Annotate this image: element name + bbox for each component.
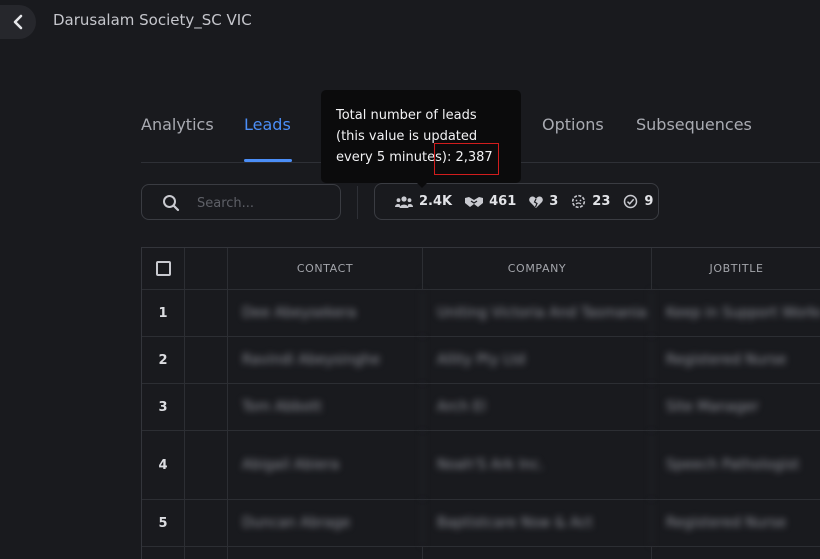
check-circle-icon <box>624 194 638 209</box>
tooltip-line-1: Total number of leads <box>336 108 477 123</box>
jobtitle-cell: Site Manager <box>666 399 759 415</box>
row-spacer <box>185 431 228 499</box>
search-icon <box>163 195 180 212</box>
contact-cell: Duncan Abrage <box>228 500 423 546</box>
select-all-cell <box>142 248 185 289</box>
jobtitle-cell <box>652 547 820 559</box>
people-icon <box>395 195 413 208</box>
company-cell: Noah'S Ark Inc. <box>423 431 652 499</box>
stat-interested[interactable]: 3 <box>529 194 558 209</box>
tab-options[interactable]: Options <box>542 115 604 134</box>
tab-analytics[interactable]: Analytics <box>141 115 214 134</box>
active-tab-indicator <box>244 159 292 162</box>
row-spacer <box>185 384 228 430</box>
row-number: 3 <box>142 384 185 430</box>
stat-completed[interactable]: 9 <box>623 194 653 209</box>
tooltip-arrow <box>416 182 428 188</box>
search-input[interactable] <box>197 194 327 212</box>
row-spacer <box>185 500 228 546</box>
bounce-icon <box>572 194 586 209</box>
stat-bounced[interactable]: 23 <box>571 194 610 209</box>
row-number: 1 <box>142 290 185 336</box>
column-header-jobtitle[interactable]: JOBTITLE <box>652 248 820 289</box>
stat-contacted-value: 461 <box>489 194 517 209</box>
stat-contacted[interactable]: 461 <box>465 194 516 209</box>
broken-heart-icon <box>529 195 544 208</box>
stat-bounced-value: 23 <box>592 194 611 209</box>
tab-leads[interactable]: Leads <box>244 115 291 134</box>
search-box[interactable] <box>141 184 341 220</box>
row-number: 2 <box>142 337 185 383</box>
contact-cell: Ravindi Abeysinghe <box>228 337 423 383</box>
select-all-checkbox[interactable] <box>155 261 171 276</box>
column-header-contact[interactable]: CONTACT <box>228 248 423 289</box>
page-title: Darusalam Society_SC VIC <box>53 11 252 29</box>
company-cell: Uniting Victoria And Tasmania <box>423 290 652 336</box>
company-cell <box>423 547 652 559</box>
header-spacer <box>185 248 228 289</box>
jobtitle-cell: Registered Nurse <box>666 515 787 531</box>
stat-leads-value: 2.4K <box>419 194 453 209</box>
jobtitle-cell: Registered Nurse <box>666 352 787 368</box>
lead-stats-bar: 2.4K 461 3 23 9 <box>374 183 659 220</box>
toolbar-divider <box>357 186 358 219</box>
row-spacer <box>185 290 228 336</box>
stat-interested-value: 3 <box>549 194 559 209</box>
company-cell: Arch El <box>423 384 652 430</box>
company-cell: Allity Pty Ltd <box>423 337 652 383</box>
handshake-icon <box>465 196 484 207</box>
leads-table: CONTACT COMPANY JOBTITLE 1 Dee Abeyseker… <box>141 247 820 559</box>
back-button[interactable] <box>0 5 36 39</box>
stat-completed-value: 9 <box>644 194 654 209</box>
table-row[interactable] <box>142 547 820 559</box>
row-number: 4 <box>142 431 185 499</box>
jobtitle-cell: Speech Pathologist <box>666 457 800 473</box>
contact-cell: Dee Abeysekera <box>228 290 423 336</box>
chevron-left-icon <box>13 14 23 30</box>
company-cell: Baptistcare Nsw & Act <box>423 500 652 546</box>
table-header-row: CONTACT COMPANY JOBTITLE <box>142 248 820 290</box>
table-row[interactable]: 1 Dee Abeysekera Uniting Victoria And Ta… <box>142 290 820 337</box>
jobtitle-cell: Keep in Support Worker <box>666 305 820 321</box>
column-header-company[interactable]: COMPANY <box>423 248 652 289</box>
table-row[interactable]: 4 Abigail Abiera Noah'S Ark Inc. Speech … <box>142 431 820 500</box>
contact-cell: Tom Abbott <box>228 384 423 430</box>
table-row[interactable]: 2 Ravindi Abeysinghe Allity Pty Ltd Regi… <box>142 337 820 384</box>
contact-cell: Abigail Abiera <box>228 431 423 499</box>
highlight-box <box>434 143 499 175</box>
row-spacer <box>185 337 228 383</box>
table-row[interactable]: 5 Duncan Abrage Baptistcare Nsw & Act Re… <box>142 500 820 547</box>
row-spacer <box>185 547 228 559</box>
table-row[interactable]: 3 Tom Abbott Arch El Site Manager <box>142 384 820 431</box>
stat-total-leads[interactable]: 2.4K <box>395 194 452 209</box>
row-number: 5 <box>142 500 185 546</box>
tab-subsequences[interactable]: Subsequences <box>636 115 752 134</box>
row-number <box>142 547 185 559</box>
contact-cell <box>228 547 423 559</box>
